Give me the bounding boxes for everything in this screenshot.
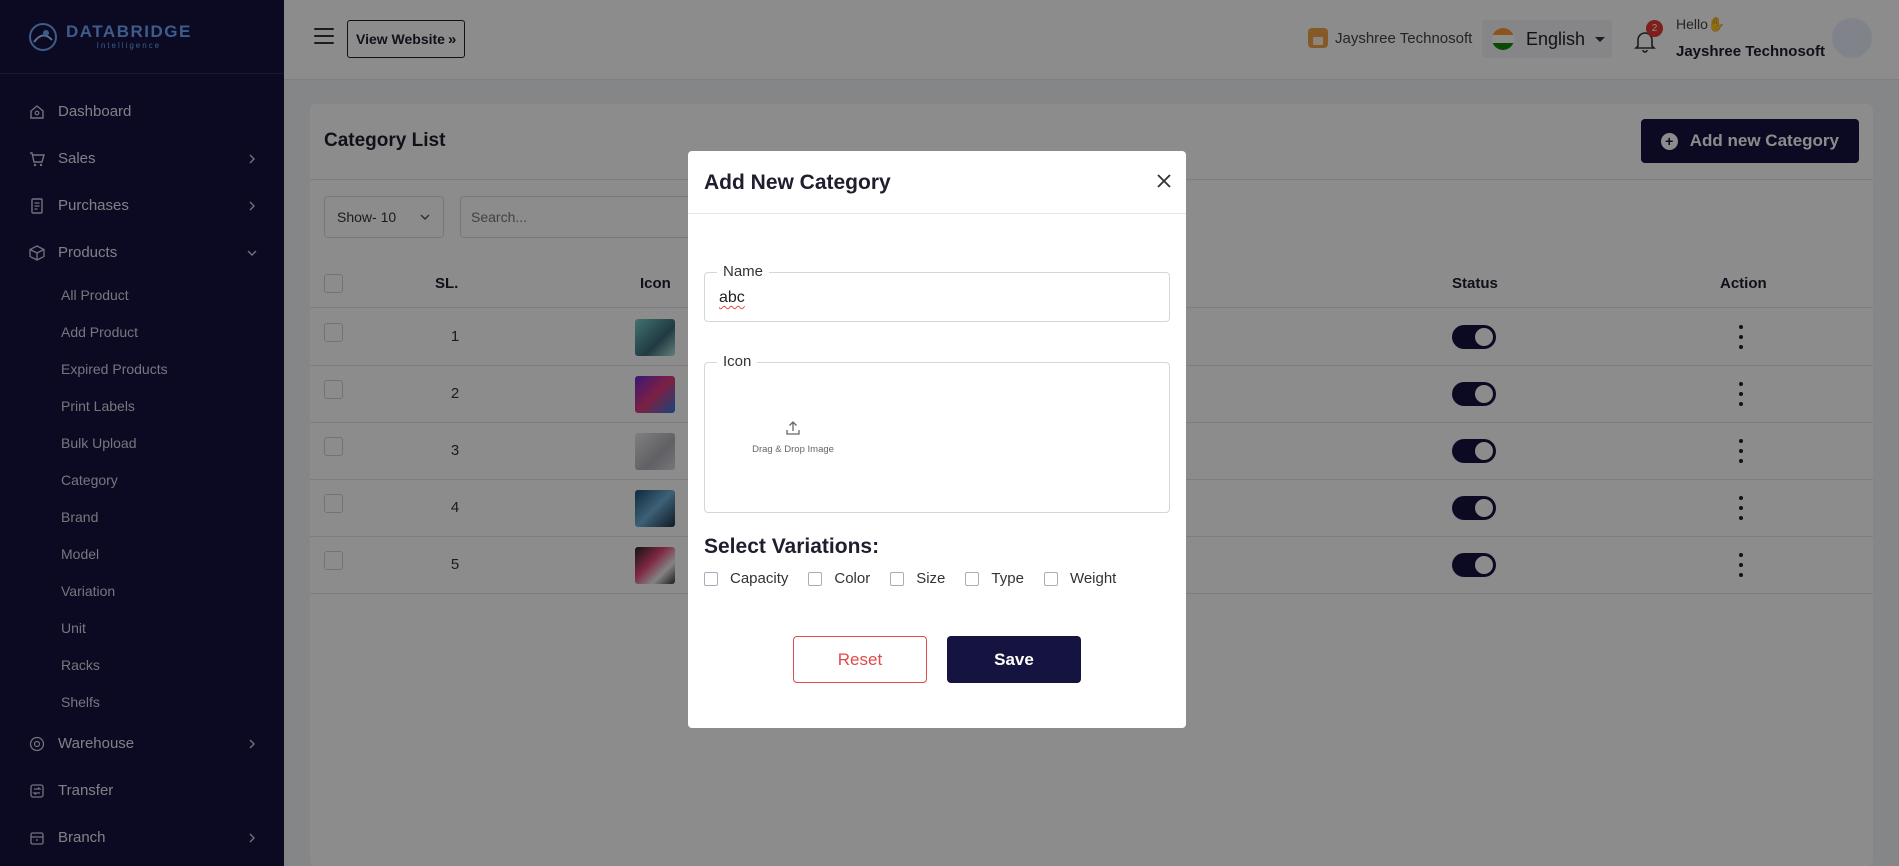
checkbox[interactable] [1043, 571, 1058, 586]
variation-size[interactable]: Size [890, 570, 945, 587]
name-value: abc [719, 289, 745, 306]
divider [688, 213, 1186, 214]
variation-label: Type [991, 570, 1024, 587]
variation-capacity[interactable]: Capacity [704, 570, 788, 587]
add-category-modal: Add New Category Name abc Icon Drag & Dr… [688, 151, 1186, 728]
reset-button[interactable]: Reset [793, 636, 927, 683]
name-field[interactable]: Name abc [704, 263, 1170, 322]
icon-label: Icon [717, 353, 758, 370]
variations-list: Capacity Color Size Type Weight [704, 570, 1136, 587]
variation-color[interactable]: Color [808, 570, 870, 587]
variation-weight[interactable]: Weight [1043, 570, 1117, 587]
name-label: Name [717, 263, 770, 280]
checkbox[interactable] [704, 571, 718, 586]
modal-title: Add New Category [704, 171, 891, 194]
drop-hint: Drag & Drop Image [752, 444, 834, 455]
icon-dropzone[interactable]: Icon Drag & Drop Image [704, 353, 1170, 513]
variation-label: Color [834, 570, 871, 587]
close-icon[interactable] [1154, 171, 1174, 191]
variation-label: Capacity [730, 570, 789, 587]
checkbox[interactable] [965, 571, 980, 586]
variation-label: Weight [1069, 570, 1117, 587]
variation-type[interactable]: Type [965, 570, 1024, 587]
checkbox[interactable] [808, 571, 823, 586]
variations-title: Select Variations: [704, 535, 880, 558]
checkbox[interactable] [890, 571, 905, 586]
variation-label: Size [916, 570, 946, 587]
save-button[interactable]: Save [947, 636, 1081, 683]
upload-icon [786, 421, 800, 435]
